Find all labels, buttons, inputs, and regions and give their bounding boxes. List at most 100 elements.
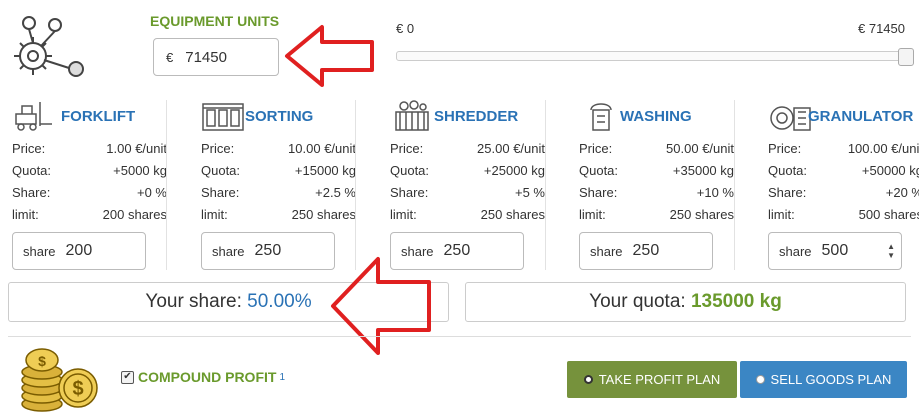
- price-label: Price:: [768, 141, 802, 156]
- share-input-label: share: [23, 243, 56, 259]
- sell-goods-plan-label: SELL GOODS PLAN: [770, 372, 892, 387]
- compound-profit-checkbox[interactable]: ✔: [121, 370, 134, 384]
- quota-row: Quota: +35000 kg: [579, 160, 734, 182]
- share-row: Share: +20 %: [768, 182, 919, 204]
- unit-header: WASHING: [579, 100, 734, 138]
- quota-value: +50000 kg: [861, 163, 919, 178]
- divider-line: [8, 336, 911, 337]
- column-divider: [166, 100, 167, 270]
- currency-symbol: €: [166, 49, 174, 65]
- unit-header: GRANULATOR: [768, 100, 919, 138]
- share-percent-value: +0 %: [137, 185, 167, 200]
- quota-row: Quota: +15000 kg: [201, 160, 356, 182]
- share-input-value: 250: [632, 242, 660, 259]
- forklift-icon: [12, 100, 56, 132]
- unit-column-sorting: SORTING Price: 10.00 €/unit Quota: +15000 kg…: [201, 100, 356, 270]
- share-input-value: 500: [821, 242, 849, 259]
- gear-network-icon: [14, 16, 84, 77]
- limit-row: limit: 200 shares: [12, 204, 167, 226]
- unit-header: FORKLIFT: [12, 100, 167, 138]
- limit-value: 500 shares: [858, 207, 919, 222]
- unit-column-granulator: GRANULATOR Price: 100.00 €/unit Quota: +5000…: [768, 100, 919, 270]
- column-divider: [734, 100, 735, 270]
- price-row: Price: 50.00 €/unit: [579, 138, 734, 160]
- price-row: Price: 10.00 €/unit: [201, 138, 356, 160]
- share-row: Share: +10 %: [579, 182, 734, 204]
- quota-value: +5000 kg: [113, 163, 167, 178]
- unit-name: GRANULATOR: [808, 108, 914, 125]
- svg-text:$: $: [72, 378, 83, 400]
- share-input-value: 200: [65, 242, 93, 259]
- unit-header: SORTING: [201, 100, 356, 138]
- take-profit-plan-button[interactable]: TAKE PROFIT PLAN: [567, 361, 737, 398]
- share-input-label: share: [212, 243, 245, 259]
- limit-row: limit: 250 shares: [201, 204, 356, 226]
- share-row: Share: +2.5 %: [201, 182, 356, 204]
- share-input[interactable]: share 250: [201, 232, 335, 270]
- your-quota-box: Your quota: 135000 kg: [465, 282, 906, 322]
- price-row: Price: 25.00 €/unit: [390, 138, 545, 160]
- quota-row: Quota: +5000 kg: [12, 160, 167, 182]
- price-value: 100.00 €/unit: [847, 141, 919, 156]
- quota-value: +15000 kg: [294, 163, 356, 178]
- gold-coins-icon: $ $: [21, 348, 98, 412]
- quota-label: Quota:: [12, 163, 52, 178]
- unit-column-shredder: SHREDDER Price: 25.00 €/unit Quota: +25000 k…: [390, 100, 545, 270]
- equipment-slider-track[interactable]: [396, 51, 908, 61]
- price-label: Price:: [579, 141, 613, 156]
- equipment-title: EQUIPMENT UNITS: [150, 13, 280, 29]
- unit-name: SHREDDER: [434, 108, 519, 125]
- quota-row: Quota: +25000 kg: [390, 160, 545, 182]
- price-value: 50.00 €/unit: [666, 141, 734, 156]
- limit-row: limit: 250 shares: [579, 204, 734, 226]
- share-input-value: 250: [254, 242, 282, 259]
- shredder-icon: [390, 100, 434, 132]
- your-share-value: 50.00%: [247, 291, 312, 312]
- take-profit-plan-label: TAKE PROFIT PLAN: [598, 372, 721, 387]
- compound-profit-label: COMPOUND PROFIT: [138, 369, 277, 385]
- share-input[interactable]: share 250: [579, 232, 713, 270]
- share-percent-value: +5 %: [515, 185, 545, 200]
- quota-value: +25000 kg: [483, 163, 545, 178]
- share-label: Share:: [390, 185, 429, 200]
- share-percent-value: +20 %: [885, 185, 919, 200]
- share-label: Share:: [768, 185, 807, 200]
- radio-selected-icon: [583, 375, 593, 384]
- limit-label: limit:: [12, 207, 39, 222]
- share-input-label: share: [779, 243, 812, 259]
- your-share-label: Your share:: [145, 291, 242, 312]
- unit-column-forklift: FORKLIFT Price: 1.00 €/unit Quota: +5000 kg S…: [12, 100, 167, 270]
- red-arrow-left-icon: [285, 25, 374, 87]
- unit-column-washing: WASHING Price: 50.00 €/unit Quota: +35000 kg…: [579, 100, 734, 270]
- sorting-machine-icon: [201, 100, 245, 132]
- equipment-amount-input[interactable]: € 71450: [153, 38, 279, 76]
- your-quota-label: Your quota:: [589, 291, 686, 312]
- share-input[interactable]: share 500 ▲ ▼: [768, 232, 902, 270]
- price-label: Price:: [390, 141, 424, 156]
- limit-label: limit:: [390, 207, 417, 222]
- price-row: Price: 100.00 €/unit: [768, 138, 919, 160]
- washing-machine-icon: [579, 100, 623, 132]
- column-divider: [545, 100, 546, 270]
- share-percent-value: +10 %: [696, 185, 734, 200]
- price-label: Price:: [201, 141, 235, 156]
- unit-name: FORKLIFT: [61, 108, 136, 125]
- unit-header: SHREDDER: [390, 100, 545, 138]
- price-value: 1.00 €/unit: [106, 141, 167, 156]
- equipment-slider-thumb[interactable]: [898, 48, 914, 66]
- share-input[interactable]: share 200: [12, 232, 146, 270]
- red-arrow-left-icon: [331, 257, 431, 355]
- limit-value: 250 shares: [291, 207, 356, 222]
- price-value: 10.00 €/unit: [288, 141, 356, 156]
- limit-label: limit:: [579, 207, 606, 222]
- compound-profit-footnote[interactable]: 1: [279, 372, 285, 383]
- compound-profit-option[interactable]: ✔ COMPOUND PROFIT 1: [121, 369, 285, 385]
- radio-unselected-icon: [755, 375, 765, 384]
- limit-label: limit:: [201, 207, 228, 222]
- price-value: 25.00 €/unit: [477, 141, 545, 156]
- share-row: Share: +5 %: [390, 182, 545, 204]
- sell-goods-plan-button[interactable]: SELL GOODS PLAN: [740, 361, 907, 398]
- spinner-arrows-icon[interactable]: ▲ ▼: [887, 242, 895, 260]
- share-label: Share:: [579, 185, 618, 200]
- limit-row: limit: 500 shares: [768, 204, 919, 226]
